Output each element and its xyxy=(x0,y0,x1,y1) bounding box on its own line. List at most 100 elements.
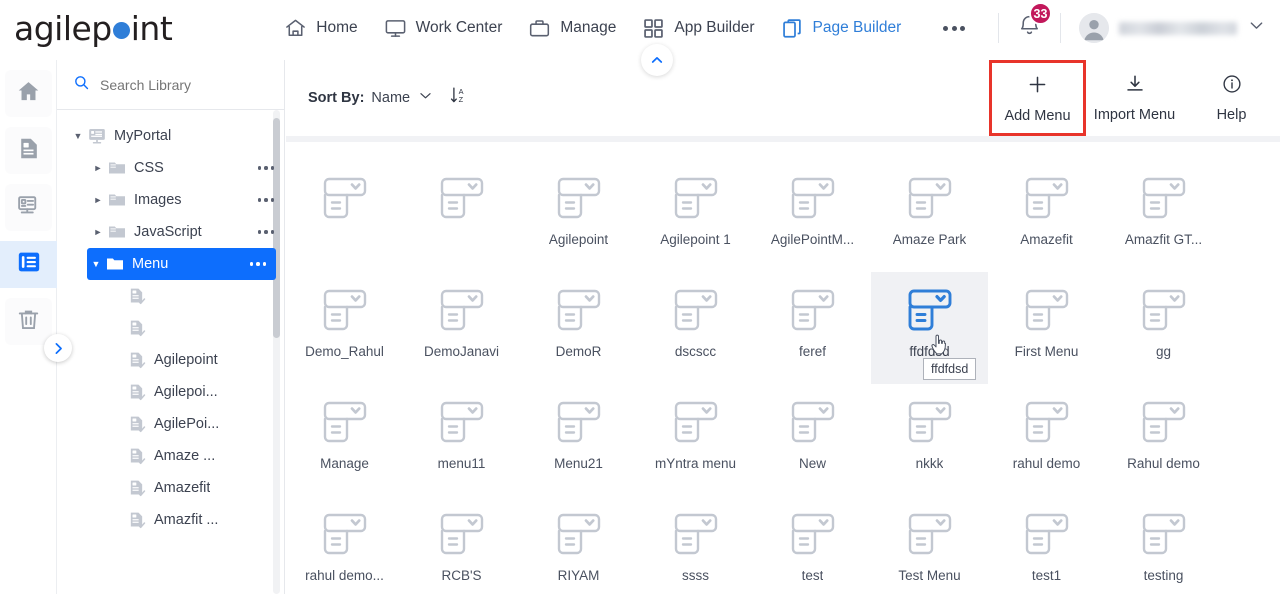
collapse-toolbar-button[interactable] xyxy=(641,44,673,76)
rail-item-pages[interactable] xyxy=(4,127,52,174)
caret-collapsed-icon[interactable]: ► xyxy=(89,195,107,205)
sort-by-value[interactable]: Name xyxy=(371,90,410,106)
menu-grid-item-hovered[interactable]: ffdfdsd ffdfdsd xyxy=(871,272,988,384)
menu-grid-item[interactable]: feref xyxy=(754,272,871,384)
menu-grid-item-label: First Menu xyxy=(1014,344,1079,359)
menu-grid-item[interactable]: Menu21 xyxy=(520,384,637,496)
tree-item[interactable]: ► CSS xyxy=(57,152,284,184)
tree-item[interactable]: Amazfit ... xyxy=(57,504,284,536)
menu-grid-item[interactable]: Rahul demo xyxy=(1105,384,1222,496)
menu-grid-item[interactable]: Agilepoint 1 xyxy=(637,160,754,272)
tree-item-more-icon[interactable] xyxy=(257,198,285,202)
tree-item[interactable]: Amazefit xyxy=(57,472,284,504)
menu-grid-item-label: menu11 xyxy=(437,456,486,471)
tree-item[interactable]: ► Images xyxy=(57,184,284,216)
user-menu[interactable] xyxy=(1061,13,1280,43)
main-content: Sort By: Name A Z Add Menu Import Menu H… xyxy=(286,44,1280,594)
help-button[interactable]: Help xyxy=(1183,60,1280,136)
expand-library-handle[interactable] xyxy=(44,334,72,362)
caret-collapsed-icon[interactable]: ► xyxy=(89,227,107,237)
nav-item-home[interactable]: Home xyxy=(284,17,358,40)
add-menu-button[interactable]: Add Menu xyxy=(989,60,1086,136)
menu-grid-item[interactable] xyxy=(403,160,520,272)
menu-grid-item[interactable]: dscscc xyxy=(637,272,754,384)
menu-grid-item[interactable]: Agilepoint xyxy=(520,160,637,272)
menu-grid-item[interactable] xyxy=(286,160,403,272)
tree-item[interactable]: AgilePoi... xyxy=(57,408,284,440)
search-input[interactable] xyxy=(100,76,260,93)
menu-grid-item[interactable]: Amazefit xyxy=(988,160,1105,272)
menu-grid-item[interactable]: gg xyxy=(1105,272,1222,384)
tree-item-more-icon[interactable] xyxy=(249,262,277,266)
rail-item-menu[interactable] xyxy=(0,241,57,288)
nav-item-work-center[interactable]: Work Center xyxy=(384,17,502,40)
avatar xyxy=(1079,13,1109,43)
menu-grid-item[interactable]: RIYAM xyxy=(520,496,637,608)
nav-item-app-builder[interactable]: App Builder xyxy=(642,17,755,40)
nav-item-page-builder[interactable]: Page Builder xyxy=(781,17,901,40)
menu-grid-item[interactable]: ssss xyxy=(637,496,754,608)
tree-item[interactable] xyxy=(57,312,284,344)
menu-grid-item[interactable]: menu11 xyxy=(403,384,520,496)
menu-grid-item[interactable]: AgilePointM... xyxy=(754,160,871,272)
menu-grid-container: Agilepoint Agilepoint 1 AgilePointM... Amaz… xyxy=(286,142,1280,594)
caret-expanded-icon[interactable]: ▼ xyxy=(87,259,105,269)
menu-grid-item[interactable]: rahul demo... xyxy=(286,496,403,608)
menu-grid-item[interactable]: testing xyxy=(1105,496,1222,608)
menu-grid-item[interactable]: nkkk xyxy=(871,384,988,496)
menu-grid-item[interactable]: New xyxy=(754,384,871,496)
caret-expanded-icon[interactable]: ▼ xyxy=(69,131,87,141)
menu-grid-item[interactable]: First Menu xyxy=(988,272,1105,384)
caret-collapsed-icon[interactable]: ► xyxy=(89,163,107,173)
menu-grid-item[interactable]: test xyxy=(754,496,871,608)
trash-icon xyxy=(16,307,41,337)
main-navigation: Home Work Center Manage App Builder Page… xyxy=(284,17,966,40)
menu-grid-item[interactable]: DemoR xyxy=(520,272,637,384)
rail-item-sitemap[interactable] xyxy=(4,184,52,231)
menu-grid-item[interactable]: DemoJanavi xyxy=(403,272,520,384)
menu-grid-item-label: DemoR xyxy=(555,344,602,359)
folder-icon xyxy=(107,190,127,210)
chevron-down-icon[interactable] xyxy=(417,87,434,109)
tree-item-label: MyPortal xyxy=(114,128,172,144)
tree-item[interactable]: ► JavaScript xyxy=(57,216,284,248)
left-rail xyxy=(0,60,57,594)
menu-grid-item[interactable]: rahul demo xyxy=(988,384,1105,496)
tree-item-selected[interactable]: ▼ Menu xyxy=(87,248,276,280)
menu-grid-item-label: gg xyxy=(1155,344,1172,359)
menu-check-icon xyxy=(127,414,147,434)
tree-item[interactable]: Agilepoint xyxy=(57,344,284,376)
tree-item[interactable]: Amaze ... xyxy=(57,440,284,472)
import-menu-button[interactable]: Import Menu xyxy=(1086,60,1183,136)
ellipsis-icon[interactable] xyxy=(943,25,966,31)
search-library-box[interactable] xyxy=(57,60,284,110)
menu-item-icon xyxy=(1136,282,1192,338)
menu-item-icon xyxy=(434,170,490,226)
menu-item-icon xyxy=(668,506,724,562)
tree-item-label: Amazefit xyxy=(154,480,211,496)
menu-item-icon xyxy=(551,506,607,562)
agilepoint-logo[interactable]: agilep int xyxy=(14,9,173,48)
tree-item-more-icon[interactable] xyxy=(257,166,285,170)
menu-check-icon xyxy=(127,350,147,370)
tree-item-more-icon[interactable] xyxy=(257,230,285,234)
menu-grid-item[interactable]: Test Menu xyxy=(871,496,988,608)
tree-item[interactable]: ▼ MyPortal xyxy=(57,120,284,152)
tree-item[interactable]: Agilepoi... xyxy=(57,376,284,408)
menu-grid-item[interactable]: mYntra menu xyxy=(637,384,754,496)
menu-grid-item[interactable]: RCB'S xyxy=(403,496,520,608)
menu-item-icon xyxy=(902,282,958,338)
notifications-button[interactable]: 33 xyxy=(999,2,1060,43)
sort-az-icon[interactable]: A Z xyxy=(449,85,470,111)
menu-item-icon xyxy=(902,394,958,450)
portal-icon xyxy=(87,126,107,146)
menu-grid-item[interactable]: test1 xyxy=(988,496,1105,608)
nav-item-manage[interactable]: Manage xyxy=(528,17,616,40)
tree-item[interactable] xyxy=(57,280,284,312)
menu-grid-item[interactable]: Amazfit GT... xyxy=(1105,160,1222,272)
rail-item-recycle-bin[interactable] xyxy=(4,298,52,345)
menu-grid-item[interactable]: Manage xyxy=(286,384,403,496)
rail-item-home[interactable] xyxy=(4,70,52,117)
menu-grid-item[interactable]: Amaze Park xyxy=(871,160,988,272)
menu-grid-item[interactable]: Demo_Rahul xyxy=(286,272,403,384)
